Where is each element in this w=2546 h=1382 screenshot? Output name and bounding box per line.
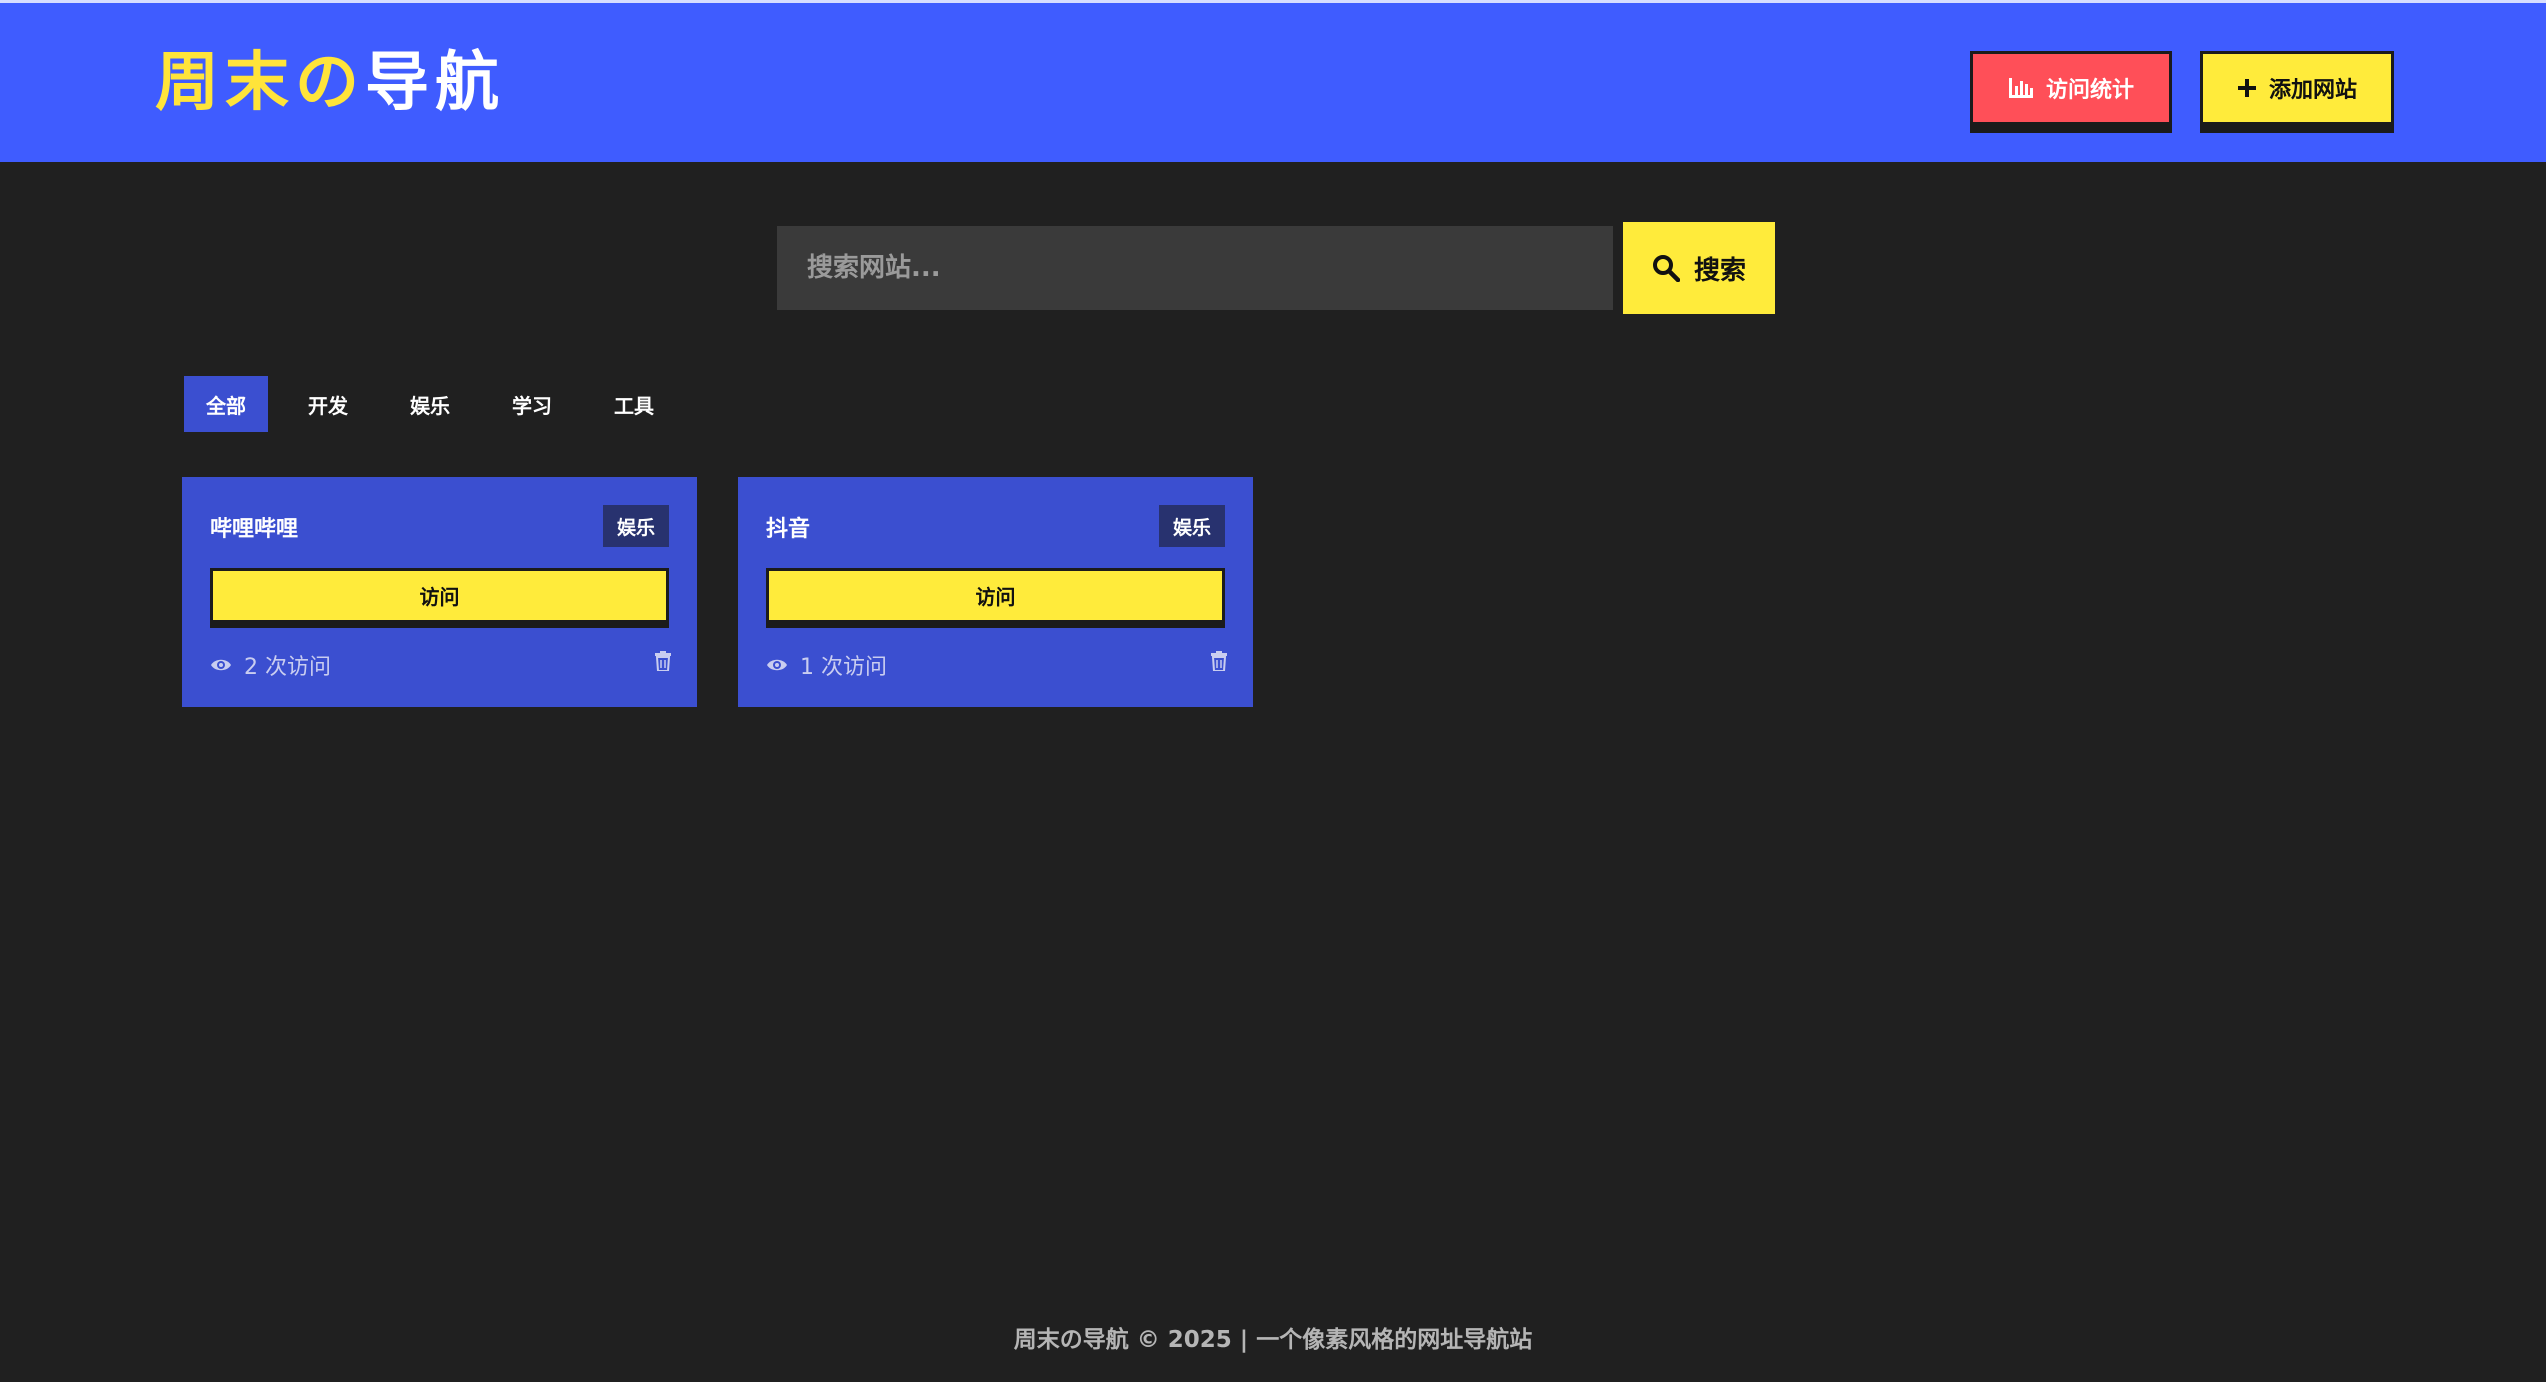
logo-text-no: の <box>295 46 365 120</box>
site-card: 哔哩哔哩 娱乐 访问 2 次访问 <box>182 477 697 707</box>
tab-dev[interactable]: 开发 <box>286 376 370 432</box>
trash-icon[interactable] <box>1211 651 1227 671</box>
eye-icon <box>210 657 232 673</box>
visit-count: 2 次访问 <box>210 649 331 681</box>
trash-icon[interactable] <box>655 651 671 671</box>
tab-entertainment[interactable]: 娱乐 <box>388 376 472 432</box>
visit-count: 1 次访问 <box>766 649 887 681</box>
tab-tools[interactable]: 工具 <box>592 376 676 432</box>
visit-button[interactable]: 访问 <box>766 568 1225 628</box>
search-button[interactable]: 搜索 <box>1623 222 1775 314</box>
logo-text-accent: 周末 <box>155 46 295 120</box>
site-logo[interactable]: 周末の导航 <box>155 43 505 123</box>
tab-all[interactable]: 全部 <box>184 376 268 432</box>
site-card: 抖音 娱乐 访问 1 次访问 <box>738 477 1253 707</box>
visit-count-text: 1 次访问 <box>800 655 887 680</box>
search-button-label: 搜索 <box>1693 255 1746 286</box>
page: 周末の导航 访问统计 添加网站 搜索网站... 搜索 全部 开发 娱乐 学习 工… <box>0 0 2546 1382</box>
tab-study[interactable]: 学习 <box>490 376 574 432</box>
site-card-title: 抖音 <box>766 517 811 542</box>
search-input[interactable] <box>777 226 1613 310</box>
bar-chart-icon <box>2008 77 2034 99</box>
footer-text: 周末の导航 © 2025 | 一个像素风格的网址导航站 <box>1013 1327 1533 1353</box>
add-site-button-label: 添加网站 <box>2268 78 2357 103</box>
site-card-title: 哔哩哔哩 <box>210 517 299 542</box>
category-badge: 娱乐 <box>1158 505 1225 547</box>
logo-text-main: 导航 <box>365 46 505 120</box>
stats-button-label: 访问统计 <box>2045 78 2134 103</box>
plus-icon <box>2237 78 2257 98</box>
stats-button[interactable]: 访问统计 <box>1970 51 2172 125</box>
eye-icon <box>766 657 788 673</box>
visit-count-text: 2 次访问 <box>244 655 331 680</box>
category-badge: 娱乐 <box>602 505 669 547</box>
add-site-button[interactable]: 添加网站 <box>2200 51 2394 125</box>
search-icon <box>1652 254 1680 282</box>
visit-button[interactable]: 访问 <box>210 568 669 628</box>
header: 周末の导航 访问统计 添加网站 <box>0 0 2546 162</box>
category-tabs: 全部 开发 娱乐 学习 工具 <box>184 376 694 432</box>
